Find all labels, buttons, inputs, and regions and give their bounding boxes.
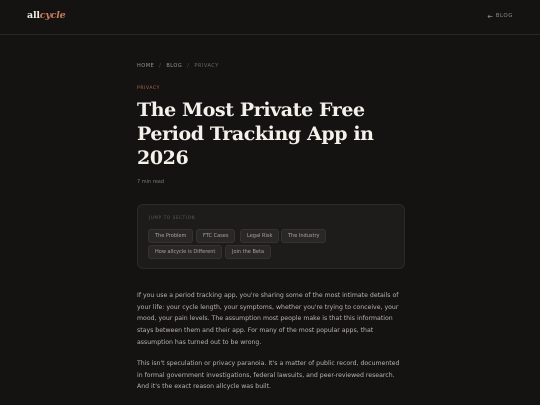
logo[interactable]: allcycle: [27, 10, 66, 21]
toc-item-join-the-beta[interactable]: Join the Beta: [225, 245, 272, 259]
breadcrumb: HOME / BLOG / PRIVACY: [137, 63, 219, 69]
breadcrumb-separator: /: [187, 63, 190, 69]
logo-main: all: [27, 10, 40, 21]
breadcrumb-blog[interactable]: BLOG: [166, 63, 182, 69]
toc-label: JUMP TO SECTION: [149, 215, 196, 220]
toc-item-the-industry[interactable]: The Industry: [281, 229, 327, 243]
toc-item-legal-risk[interactable]: Legal Risk: [240, 229, 280, 243]
breadcrumb-home[interactable]: HOME: [137, 63, 154, 69]
article-paragraph: If you use a period tracking app, you're…: [137, 292, 399, 346]
breadcrumb-separator: /: [159, 63, 162, 69]
toc-item-how-allcycle-is-different[interactable]: How allcycle is Different: [148, 245, 223, 259]
article-paragraph: This isn't speculation or privacy parano…: [137, 360, 400, 391]
toc-item-the-problem[interactable]: The Problem: [148, 229, 194, 243]
table-of-contents: JUMP TO SECTION The Problem FTC Cases Le…: [137, 204, 405, 269]
page-title: The Most Private Free Period Tracking Ap…: [137, 99, 374, 169]
read-time: 7 min read: [137, 179, 165, 185]
arrow-left-icon: [487, 14, 493, 18]
logo-accent: cycle: [39, 10, 66, 21]
category-label: PRIVACY: [137, 86, 160, 91]
breadcrumb-current: PRIVACY: [194, 63, 219, 69]
toc-item-ftc-cases[interactable]: FTC Cases: [196, 229, 236, 243]
back-label: BLOG: [495, 13, 513, 19]
top-bar: allcycle BLOG: [0, 0, 540, 35]
back-to-blog-link[interactable]: BLOG: [487, 13, 513, 19]
